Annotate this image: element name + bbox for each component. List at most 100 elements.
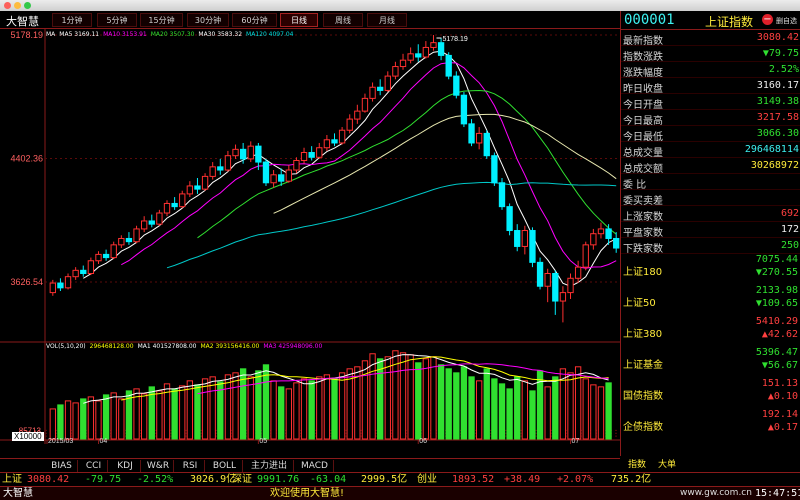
volume-bar [255,370,262,440]
indicator-tab-2[interactable]: KDJ [110,460,141,472]
volume-bar [110,392,117,440]
volume-bar [102,394,110,440]
minus-icon[interactable]: − [762,14,773,25]
candle-body [323,139,331,149]
candle-body [491,155,498,184]
index-row[interactable]: 上证180 7075.44 ▼270.55 [621,254,800,284]
period-toolbar: 大智慧 1分钟 5分钟 15分钟 30分钟 60分钟 日线 周线 月线 [0,11,620,29]
candle-body [64,276,72,289]
period-tab-1[interactable]: 5分钟 [97,13,137,27]
volume-bar [87,396,95,440]
market-ticker: 上证 3080.42 -79.75 -2.52% 3026.9亿 深证 9991.76 -63… [0,472,800,486]
candle-body [544,273,551,287]
panel-tab-0[interactable]: 指数 [628,458,646,472]
quote-value: ▼79.75 [762,48,799,59]
index-name: 上证180 [623,267,663,278]
ticker-item: 3026.9亿 [190,474,237,485]
period-tab-0[interactable]: 1分钟 [52,13,92,27]
volume-bar [567,372,574,440]
period-tab-6[interactable]: 周线 [323,13,363,27]
volume-bar [171,388,178,440]
candle-body [110,244,117,259]
indicator-tab-0[interactable]: BIAS [46,460,78,472]
candle-body [552,273,559,302]
candle-body [567,277,574,294]
ticker-item: -79.75 [85,474,122,485]
quote-label: 指数涨跌 [623,52,663,63]
vol-legend-item-3: MA2 393156416.00 [200,343,260,350]
quote-row: 今日最低 3066.30 [621,126,800,143]
remove-watchlist-button[interactable]: 删自选 [776,16,797,26]
candle-body [148,220,155,225]
candle-body [293,159,300,171]
quote-value: 3080.42 [756,32,799,43]
volume-bar [118,398,125,440]
volume-bar [445,368,452,440]
index-change: ▼56.67 [761,360,798,371]
period-tab-7[interactable]: 月线 [367,13,407,27]
volume-bar [407,354,414,440]
candle-body [171,202,178,208]
quote-row: 总成交额 30268972 [621,158,800,175]
app-window: 大智慧 1分钟 5分钟 15分钟 30分钟 60分钟 日线 周线 月线 5178.19 4402… [0,0,800,500]
volume-bar [232,372,239,440]
candle-body [232,148,239,157]
status-bar: 大智慧 欢迎使用大智慧! www.gw.com.cn 15:47:51 [0,486,800,500]
index-row[interactable]: 企债指数 192.14 ▲0.17 [621,409,800,439]
zoom-window-button[interactable] [24,2,31,9]
index-row[interactable]: 上证380 5410.29 ▲42.62 [621,316,800,346]
ma5-line [83,50,617,287]
volume-bar [552,376,559,440]
kline-chart[interactable]: 5178.194402.363626.54857135714228571X100… [0,29,620,444]
ticker-item: -2.52% [137,474,174,485]
candle-body [80,269,87,275]
ticker-item: +2.07% [557,474,594,485]
quote-label: 最新指数 [623,36,663,47]
quote-row: 最新指数 3080.42 [621,30,800,47]
volume-bar [453,372,460,440]
quote-value: 3160.17 [756,80,799,91]
code-bar: 000001 上证指数 − 删自选 [621,11,800,30]
status-brand: 大智慧 [3,488,33,499]
indicator-tab-6[interactable]: 主力进出 [245,460,294,472]
minimize-window-button[interactable] [14,2,21,9]
indicator-tab-1[interactable]: CCI [80,460,108,472]
close-window-button[interactable] [4,2,11,9]
ticker-item: 1893.52 [452,474,495,485]
candle-body [209,166,216,177]
index-row[interactable]: 上证基金 5396.47 ▼56.67 [621,347,800,377]
candle-body [514,230,521,247]
period-tab-5[interactable]: 日线 [280,13,318,27]
candle-body [270,174,277,184]
index-name: 国债指数 [623,391,663,402]
ticker-item: 9991.76 [257,474,300,485]
website-url[interactable]: www.gw.com.cn [680,487,752,500]
volume-bar [506,388,513,440]
ticker-item: 创业 [417,474,437,485]
indicator-tab-4[interactable]: RSI [176,460,205,472]
volume-bar [201,378,209,440]
period-tab-4[interactable]: 60分钟 [232,13,277,27]
candle-body [49,282,56,294]
indicator-tab-5[interactable]: BOLL [207,460,243,472]
index-row[interactable]: 上证50 2133.98 ▼109.65 [621,285,800,315]
index-row[interactable]: 国债指数 151.13 ▲0.10 [621,378,800,408]
panel-tab-1[interactable]: 大单 [658,458,676,472]
indicator-tab-3[interactable]: W&R [143,460,174,472]
candle-body [559,292,567,302]
candle-body [201,175,209,190]
period-tab-3[interactable]: 30分钟 [187,13,229,27]
candle-body [125,237,133,243]
ticker-item: -63.04 [310,474,347,485]
volume-bar [156,390,163,440]
ma120-line [166,181,617,269]
indicator-tab-7[interactable]: MACD [296,460,334,472]
period-tab-2[interactable]: 15分钟 [140,13,183,27]
volume-unit-label: X10000 [14,432,42,441]
candle-body [430,42,437,48]
candle-body [95,253,102,262]
volume-bar [57,404,64,440]
candle-body [460,94,468,125]
index-change: ▲42.62 [761,329,798,340]
volume-bar [468,376,475,440]
